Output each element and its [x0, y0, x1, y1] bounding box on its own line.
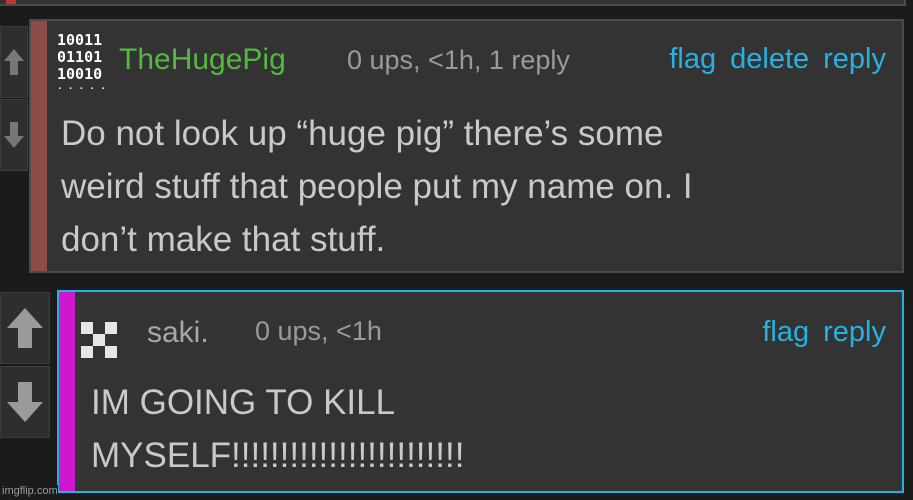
flag-link[interactable]: flag [762, 316, 809, 349]
previous-comment-edge [0, 0, 906, 6]
upvote-button[interactable] [0, 292, 50, 364]
comment-side-bar [59, 292, 75, 491]
comment-side-bar [31, 21, 47, 271]
downvote-button[interactable] [0, 99, 28, 171]
binary-digits-avatar: 10011 01101 10010 . . . . . [55, 29, 111, 89]
comment-body: IM GOING TO KILL MYSELF!!!!!!!!!!!!!!!!!… [91, 383, 465, 475]
delete-link[interactable]: delete [730, 43, 809, 76]
down-arrow-icon [4, 122, 24, 148]
up-arrow-icon [4, 49, 24, 75]
comment-username[interactable]: saki. [147, 316, 209, 350]
comment-meta: 0 ups, <1h, 1 reply [347, 45, 570, 75]
down-arrow-icon [7, 382, 43, 422]
reply-link[interactable]: reply [823, 316, 886, 349]
imgflip-watermark: imgflip.com [2, 485, 58, 497]
comment-actions: flag delete reply [669, 43, 886, 76]
checkered-avatar [81, 322, 117, 358]
svg-text:10011: 10011 [57, 31, 102, 49]
reply-link[interactable]: reply [823, 43, 886, 76]
previous-comment-marker [6, 0, 16, 4]
comment-username[interactable]: TheHugePig [119, 43, 286, 77]
comment-thehugepig: 10011 01101 10010 . . . . . TheHugePig 0… [29, 19, 904, 273]
svg-text:10010: 10010 [57, 65, 102, 83]
comment-saki: saki. 0 ups, <1h flag reply IM GOING TO … [57, 290, 904, 493]
flag-link[interactable]: flag [669, 43, 716, 76]
svg-text:01101: 01101 [57, 48, 102, 66]
svg-text:. . . . .: . . . . . [57, 82, 106, 89]
up-arrow-icon [7, 308, 43, 348]
comment-body: Do not look up “huge pig” there’s some w… [61, 114, 693, 259]
comment-actions: flag reply [762, 316, 886, 349]
downvote-button[interactable] [0, 366, 50, 438]
upvote-button[interactable] [0, 26, 28, 98]
comment-meta: 0 ups, <1h [255, 316, 382, 346]
